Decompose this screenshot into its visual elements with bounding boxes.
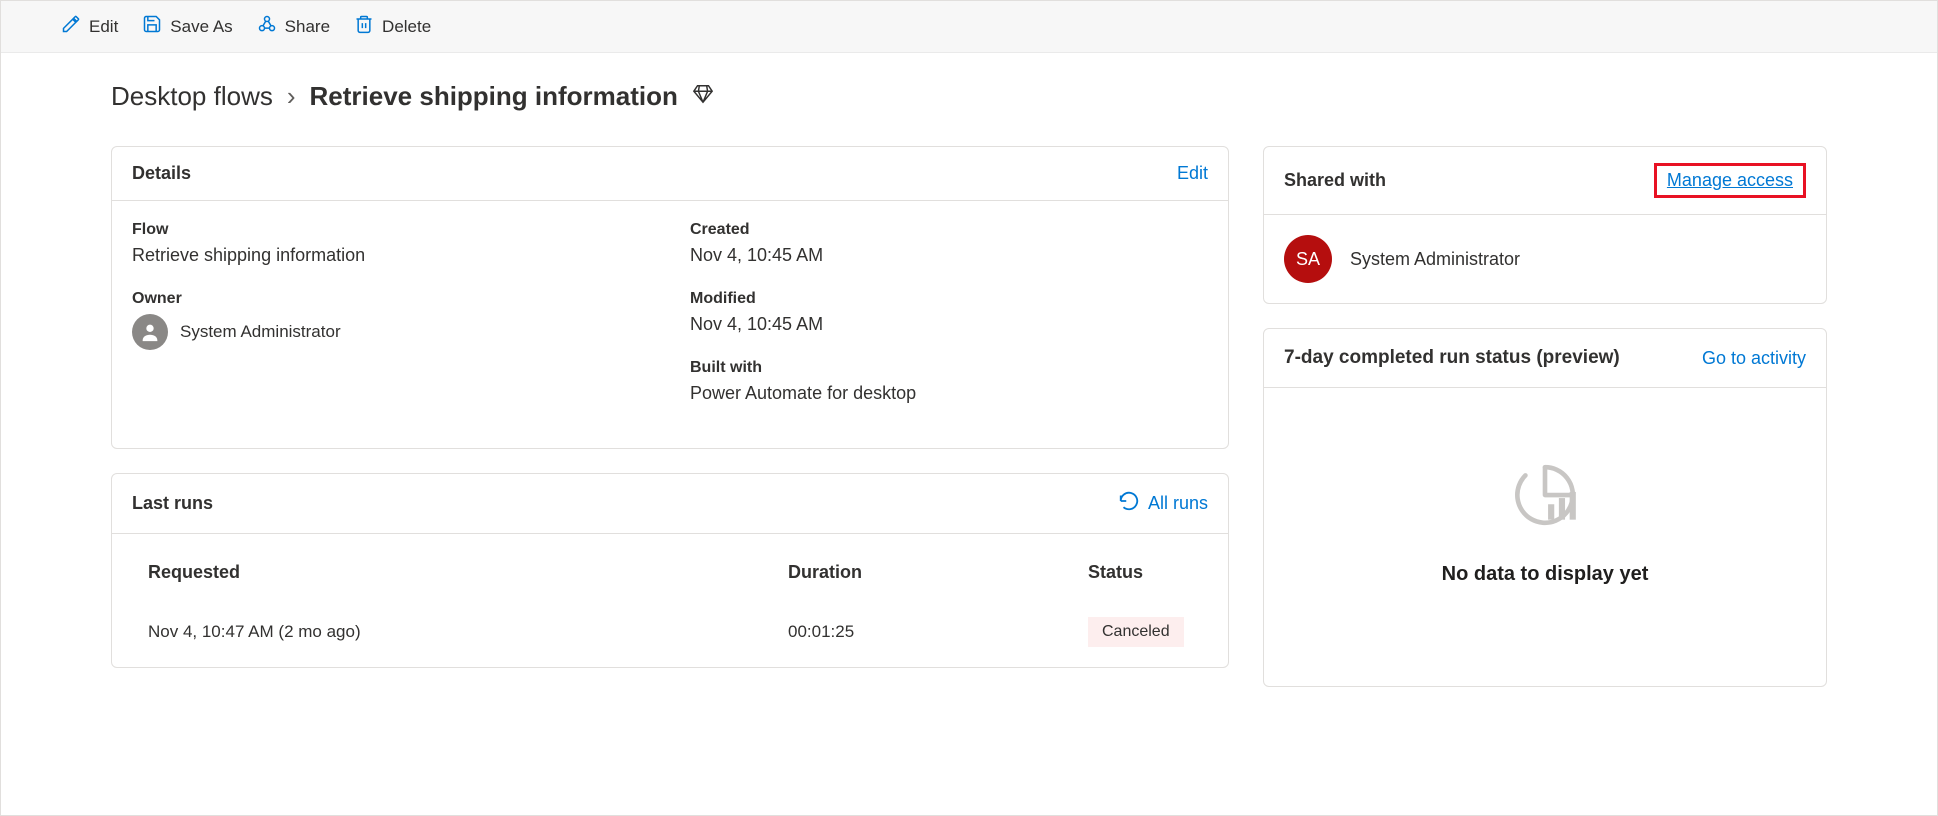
avatar: SA [1284,235,1332,283]
modified-label: Modified [690,290,1208,308]
shared-with-title: Shared with [1284,170,1386,191]
col-status: Status [1088,562,1192,583]
no-data-text: No data to display yet [1442,563,1649,586]
breadcrumb-current: Retrieve shipping information [310,81,678,112]
all-runs-link[interactable]: All runs [1118,490,1208,517]
chevron-right-icon: › [287,81,296,112]
go-to-activity-link[interactable]: Go to activity [1702,348,1806,369]
flow-value: Retrieve shipping information [132,245,650,266]
edit-label: Edit [89,17,118,37]
trash-icon [354,14,374,39]
built-with-value: Power Automate for desktop [690,383,1208,404]
last-runs-card: Last runs All runs Requested Duration St… [111,473,1229,668]
owner-label: Owner [132,290,650,308]
all-runs-text: All runs [1148,493,1208,514]
run-status-card: 7-day completed run status (preview) Go … [1263,328,1827,687]
save-as-label: Save As [170,17,232,37]
delete-button[interactable]: Delete [354,14,431,39]
shared-user-name: System Administrator [1350,249,1520,270]
run-status-cell: Canceled [1088,617,1192,647]
manage-access-highlight: Manage access [1654,163,1806,198]
last-runs-title: Last runs [132,493,213,514]
chart-placeholder-icon [1508,458,1582,535]
diamond-icon [692,81,714,112]
flow-label: Flow [132,221,650,239]
share-label: Share [285,17,330,37]
run-duration: 00:01:25 [788,622,1088,642]
save-as-icon [142,14,162,39]
status-badge: Canceled [1088,617,1184,647]
edit-button[interactable]: Edit [61,14,118,39]
share-icon [257,14,277,39]
details-title: Details [132,163,191,184]
details-edit-link[interactable]: Edit [1177,163,1208,184]
refresh-icon [1118,490,1140,517]
col-duration: Duration [788,562,1088,583]
save-as-button[interactable]: Save As [142,14,232,39]
owner-value: System Administrator [180,322,341,342]
shared-with-card: Shared with Manage access SA System Admi… [1263,146,1827,304]
person-icon [132,314,168,350]
breadcrumb: Desktop flows › Retrieve shipping inform… [111,81,1827,112]
created-value: Nov 4, 10:45 AM [690,245,1208,266]
share-button[interactable]: Share [257,14,330,39]
manage-access-link[interactable]: Manage access [1667,170,1793,191]
runs-header-row: Requested Duration Status [112,534,1228,603]
run-status-title: 7-day completed run status (preview) [1284,347,1620,369]
command-toolbar: Edit Save As Share Delete [1,1,1937,53]
details-card: Details Edit Flow Retrieve shipping info… [111,146,1229,449]
delete-label: Delete [382,17,431,37]
col-requested: Requested [148,562,788,583]
built-with-label: Built with [690,359,1208,377]
pencil-icon [61,14,81,39]
breadcrumb-parent[interactable]: Desktop flows [111,81,273,112]
table-row[interactable]: Nov 4, 10:47 AM (2 mo ago) 00:01:25 Canc… [112,603,1228,661]
run-requested: Nov 4, 10:47 AM (2 mo ago) [148,622,788,642]
created-label: Created [690,221,1208,239]
modified-value: Nov 4, 10:45 AM [690,314,1208,335]
